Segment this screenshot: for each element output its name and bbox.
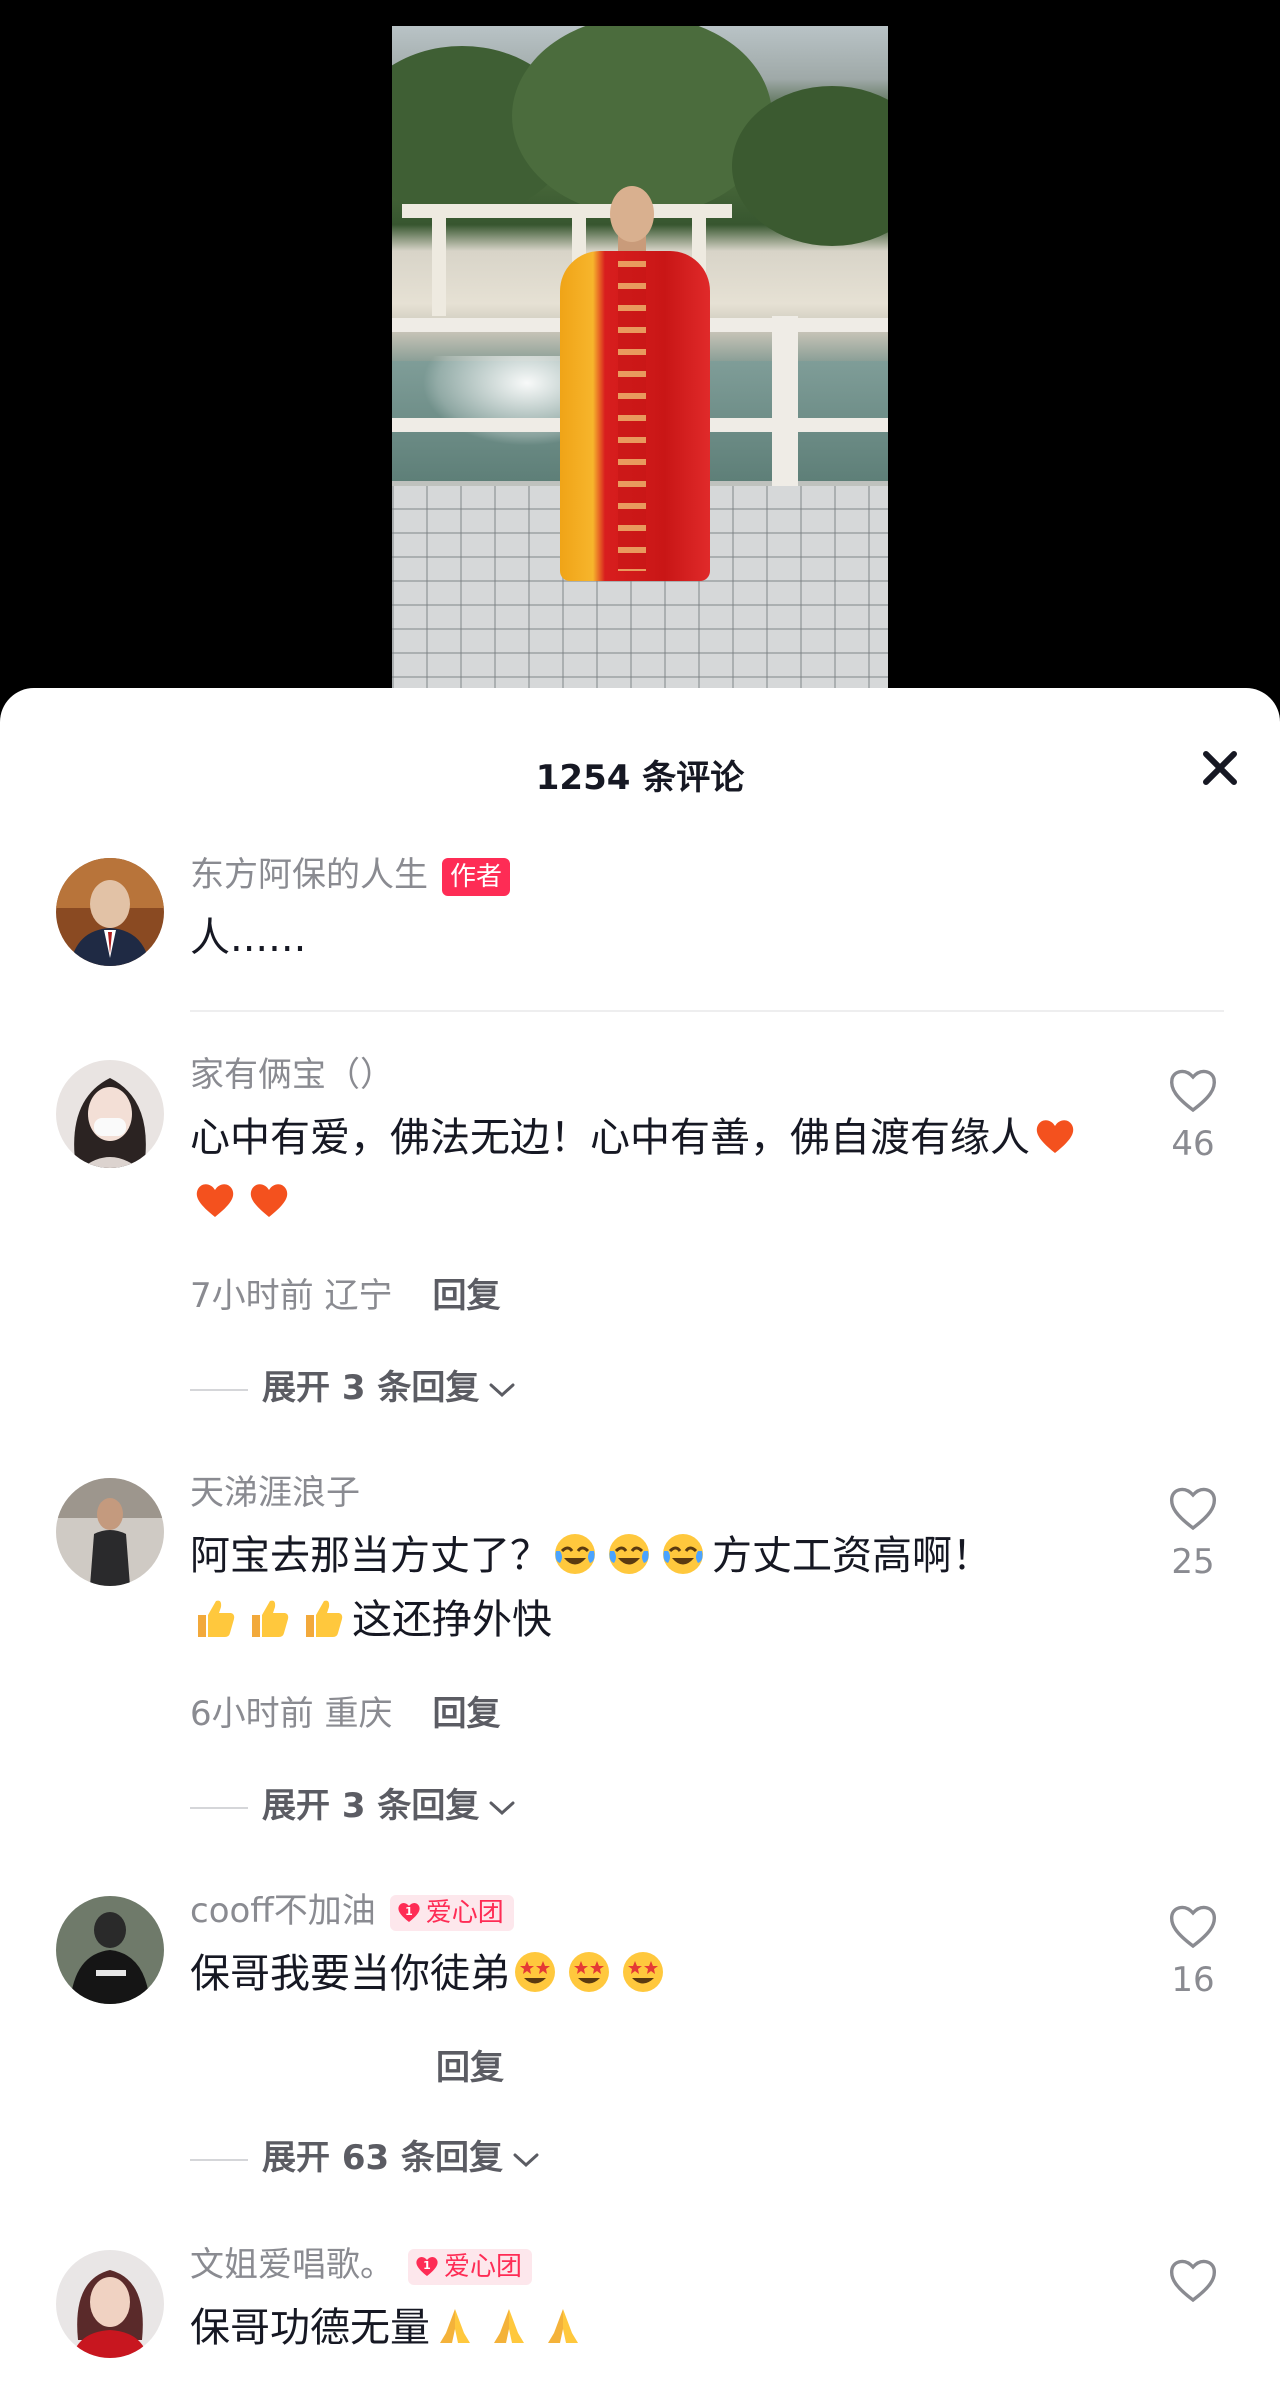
expand-replies-label: 展开 3 条回复 <box>262 1786 480 1826</box>
heart-outline-icon <box>1169 2259 1217 2303</box>
crying-laughing-emoji <box>609 1534 649 1574</box>
comment-text-content: 保哥功德无量 <box>190 2305 430 2351</box>
thumbs-up-emoji <box>306 1600 343 1637</box>
chevron-down-icon <box>489 1383 515 1397</box>
crying-laughing-emoji <box>663 1534 703 1574</box>
comment-username[interactable]: 天涕涯浪子 <box>190 1470 360 1516</box>
comment-username[interactable]: 东方阿保的人生 作者 <box>190 852 511 898</box>
comment-time-location: 6小时前 重庆 <box>190 1694 393 1734</box>
comment-text-part: 阿宝去那当方丈了？ <box>190 1533 550 1579</box>
heart-outline-icon <box>1169 1069 1217 1113</box>
close-icon <box>1203 751 1237 785</box>
star-eyes-emoji <box>569 1952 609 1992</box>
comment-meta: 7小时前 辽宁 回复 <box>190 1268 500 1317</box>
fan-club-badge: 1 爱心团 <box>408 2248 533 2285</box>
pray-emoji <box>548 2309 578 2343</box>
comment-text-content: 心中有爱，佛法无边！心中有善，佛自渡有缘人 <box>190 1115 1030 1161</box>
comment-text-part: 方丈工资高啊！ <box>712 1533 992 1579</box>
thumbs-up-emoji <box>252 1600 289 1637</box>
heart-emoji <box>1036 1120 1074 1153</box>
heart-emoji <box>250 1184 288 1217</box>
thumbs-up-emoji <box>198 1600 235 1637</box>
like-count: 46 <box>1171 1124 1215 1164</box>
reply-button[interactable]: 回复 <box>432 1276 500 1316</box>
like-count: 16 <box>1171 1960 1215 2000</box>
crying-laughing-emoji <box>555 1534 595 1574</box>
chevron-down-icon <box>513 2153 539 2167</box>
fan-level-heart-icon: 1 <box>416 2256 438 2276</box>
star-eyes-emoji <box>623 1952 663 1992</box>
comment-text: 阿宝去那当方丈了？ 方丈工资高啊！ 这还挣外快 <box>190 1524 1090 1652</box>
username-text: cooff不加油 <box>190 1891 376 1931</box>
username-text: 东方阿保的人生 <box>190 855 428 895</box>
like-count: 25 <box>1171 1542 1215 1582</box>
heart-outline-icon <box>1169 1905 1217 1949</box>
reply-button[interactable]: 回复 <box>432 1694 500 1734</box>
like-button[interactable]: 25 <box>1160 1484 1226 1582</box>
sheet-header: 1254 条评论 <box>0 688 1280 812</box>
monk-figure <box>610 186 654 242</box>
avatar[interactable] <box>56 1896 164 2004</box>
divider <box>190 1010 1224 1012</box>
svg-text:1: 1 <box>405 1905 413 1918</box>
video-frame <box>392 26 888 688</box>
expand-replies-label: 展开 3 条回复 <box>262 1368 480 1408</box>
comment-username[interactable]: 文姐爱唱歌。 1 爱心团 <box>190 2242 533 2288</box>
svg-text:1: 1 <box>423 2259 431 2272</box>
comment-text: 保哥功德无量 <box>190 2296 1090 2360</box>
comment-text-content: 保哥我要当你徒弟 <box>190 1951 510 1997</box>
video-player[interactable] <box>0 0 1280 720</box>
fan-level-heart-icon: 1 <box>398 1902 420 1922</box>
avatar[interactable] <box>56 1478 164 1586</box>
expand-replies-button[interactable]: 展开 3 条回复 <box>190 1360 517 1409</box>
username-text: 文姐爱唱歌。 <box>190 2245 394 2285</box>
heart-outline-icon <box>1169 1487 1217 1531</box>
comment-username[interactable]: cooff不加油 1 爱心团 <box>190 1888 514 1934</box>
comment-count-title: 1254 条评论 <box>535 758 745 798</box>
close-button[interactable] <box>1194 742 1246 794</box>
comment-time-location: 7小时前 辽宁 <box>190 1276 393 1316</box>
fan-badge-text: 爱心团 <box>425 1897 504 1928</box>
author-badge: 作者 <box>442 857 511 896</box>
reply-button[interactable]: 回复 <box>436 2048 504 2088</box>
comment-sheet: 1254 条评论 东方阿保的人生 作者 人...... 家有俩宝（） 心中有爱，… <box>0 688 1280 2394</box>
like-button[interactable]: 16 <box>1160 1902 1226 2000</box>
like-button[interactable]: 46 <box>1160 1066 1226 1164</box>
comment-meta: 回复 <box>436 2040 504 2089</box>
avatar[interactable] <box>56 858 164 966</box>
avatar[interactable] <box>56 1060 164 1168</box>
avatar[interactable] <box>56 2250 164 2358</box>
fan-badge-text: 爱心团 <box>444 2251 523 2282</box>
fan-club-badge: 1 爱心团 <box>389 1894 514 1931</box>
expand-replies-button[interactable]: 展开 3 条回复 <box>190 1778 517 1827</box>
comment-text: 人...... <box>190 915 307 961</box>
comment-text: 心中有爱，佛法无边！心中有善，佛自渡有缘人 <box>190 1106 1090 1234</box>
expand-replies-label: 展开 63 条回复 <box>262 2138 503 2178</box>
pray-emoji <box>494 2309 524 2343</box>
pray-emoji <box>440 2309 470 2343</box>
like-button[interactable] <box>1160 2256 1226 2308</box>
comment-text-part: 这还挣外快 <box>352 1597 552 1643</box>
comment-username[interactable]: 家有俩宝（） <box>190 1052 394 1098</box>
star-eyes-emoji <box>515 1952 555 1992</box>
heart-emoji <box>196 1184 234 1217</box>
comment-text: 保哥我要当你徒弟 <box>190 1942 1090 2006</box>
expand-replies-button[interactable]: 展开 63 条回复 <box>190 2130 541 2179</box>
chevron-down-icon <box>489 1801 515 1815</box>
comment-meta: 6小时前 重庆 回复 <box>190 1686 500 1735</box>
